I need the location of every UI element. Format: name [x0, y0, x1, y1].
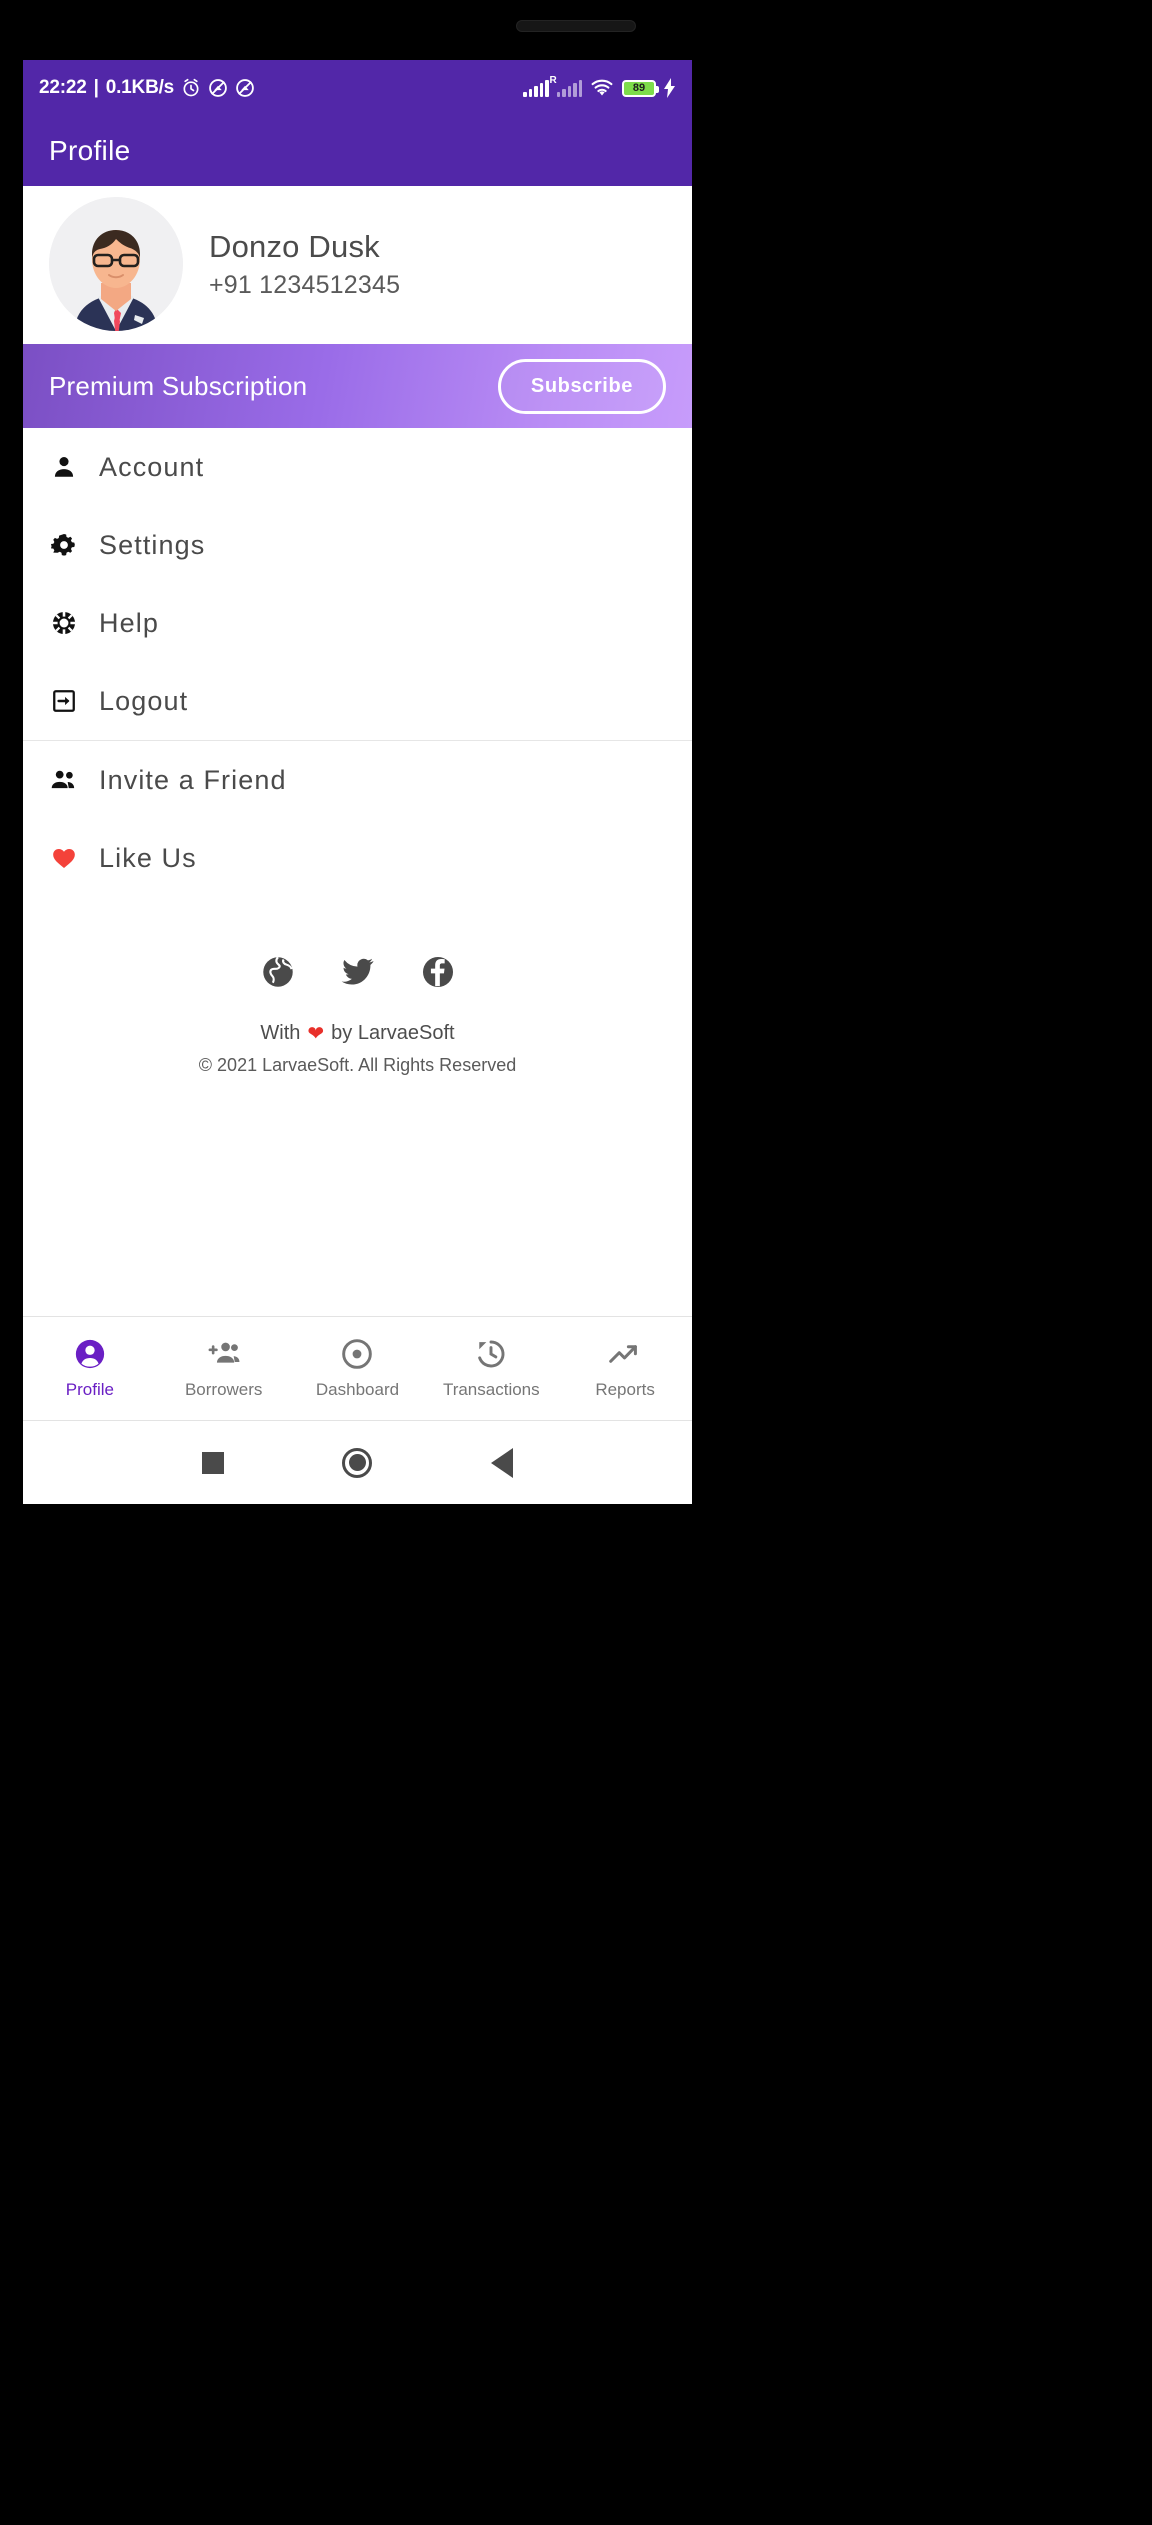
charging-bolt-icon [664, 78, 676, 98]
alarm-icon [181, 78, 201, 98]
speaker-grill [516, 20, 636, 32]
menu-item-account[interactable]: Account [23, 428, 692, 506]
app-screen: 22:22 | 0.1KB/s R 89 Profile Donzo Dusk … [23, 60, 692, 1504]
facebook-icon[interactable] [421, 955, 455, 989]
sim2-label: R [549, 75, 557, 86]
premium-subscription-banner[interactable]: Premium Subscription Subscribe [23, 344, 692, 428]
menu-item-logout[interactable]: Logout [23, 662, 692, 740]
menu-item-label: Settings [99, 529, 206, 560]
profile-card[interactable]: Donzo Dusk +91 1234512345 [23, 186, 692, 344]
bottom-navigation: Profile Borrowers Dashboard Transactions [23, 1316, 692, 1420]
profile-identity: Donzo Dusk +91 1234512345 [209, 229, 400, 300]
page-title: Profile [49, 135, 131, 166]
footer: With ❤ by LarvaeSoft © 2021 LarvaeSoft. … [23, 897, 692, 1316]
status-bar: 22:22 | 0.1KB/s R 89 [23, 60, 692, 116]
profile-name: Donzo Dusk [209, 228, 380, 264]
premium-label: Premium Subscription [49, 370, 308, 401]
signal-bars-sim2-icon: R [550, 76, 582, 97]
status-bar-left: 22:22 | 0.1KB/s [39, 77, 255, 99]
twitter-icon[interactable] [341, 957, 375, 987]
nav-item-dashboard[interactable]: Dashboard [291, 1337, 425, 1400]
status-network-speed: 0.1KB/s [105, 77, 175, 98]
nav-item-label: Dashboard [315, 1380, 400, 1399]
battery-icon: 89 [622, 79, 659, 97]
status-clock: 22:22 [39, 77, 87, 98]
nav-item-label: Transactions [442, 1380, 540, 1399]
phone-device: 22:22 | 0.1KB/s R 89 Profile Donzo Dusk … [0, 0, 1152, 2525]
account-circle-icon [74, 1337, 106, 1371]
wifi-icon [590, 78, 614, 98]
gear-icon [49, 530, 79, 560]
logout-icon [49, 686, 79, 716]
lifebuoy-icon [49, 608, 79, 638]
menu-item-label: Logout [99, 685, 189, 716]
people-icon [49, 765, 79, 795]
website-icon[interactable] [261, 955, 295, 989]
recents-button[interactable] [202, 1451, 225, 1474]
dashboard-dot-icon [341, 1337, 373, 1371]
menu-item-invite-a-friend[interactable]: Invite a Friend [23, 741, 692, 819]
menu-item-settings[interactable]: Settings [23, 506, 692, 584]
nav-item-transactions[interactable]: Transactions [424, 1337, 558, 1400]
nav-item-borrowers[interactable]: Borrowers [157, 1337, 291, 1400]
menu-item-help[interactable]: Help [23, 584, 692, 662]
menu-item-label: Account [99, 451, 205, 482]
avatar[interactable] [49, 197, 183, 331]
nav-item-label: Reports [595, 1380, 655, 1399]
menu-group-social: Invite a Friend Like Us [23, 741, 692, 897]
menu-item-label: Invite a Friend [99, 764, 287, 795]
dnd-icon [235, 78, 255, 98]
social-links [261, 955, 455, 989]
heart-icon: ❤ [307, 1023, 325, 1045]
credit-line: With ❤ by LarvaeSoft [260, 1021, 454, 1046]
back-button[interactable] [490, 1447, 513, 1478]
status-bar-right: R 89 [523, 76, 676, 98]
android-navigation-bar [23, 1420, 692, 1504]
nav-item-label: Profile [65, 1380, 114, 1399]
nav-item-reports[interactable]: Reports [558, 1337, 692, 1400]
profile-phone: +91 1234512345 [209, 270, 401, 299]
person-icon [49, 452, 79, 482]
menu-item-like-us[interactable]: Like Us [23, 819, 692, 897]
menu-group-primary: Account Settings Help Logout [23, 428, 692, 741]
menu-item-label: Like Us [99, 842, 197, 873]
credit-suffix: by LarvaeSoft [331, 1022, 455, 1044]
heart-icon [49, 843, 79, 873]
history-icon [475, 1337, 507, 1371]
app-bar: Profile [23, 116, 692, 186]
signal-bars-icon [523, 79, 549, 97]
status-separator: | [93, 77, 99, 98]
subscribe-button[interactable]: Subscribe [497, 358, 666, 414]
menu-item-label: Help [99, 607, 159, 638]
home-button[interactable] [342, 1447, 373, 1478]
trending-up-icon [608, 1337, 642, 1371]
nav-item-profile[interactable]: Profile [23, 1337, 157, 1400]
credit-prefix: With [260, 1022, 301, 1044]
copyright-text: © 2021 LarvaeSoft. All Rights Reserved [198, 1055, 517, 1075]
menu-list: Account Settings Help Logout Invite a Fr… [23, 428, 692, 897]
dnd-icon [208, 78, 228, 98]
person-add-icon [207, 1337, 241, 1371]
battery-percent: 89 [632, 81, 646, 94]
nav-item-label: Borrowers [184, 1380, 263, 1399]
